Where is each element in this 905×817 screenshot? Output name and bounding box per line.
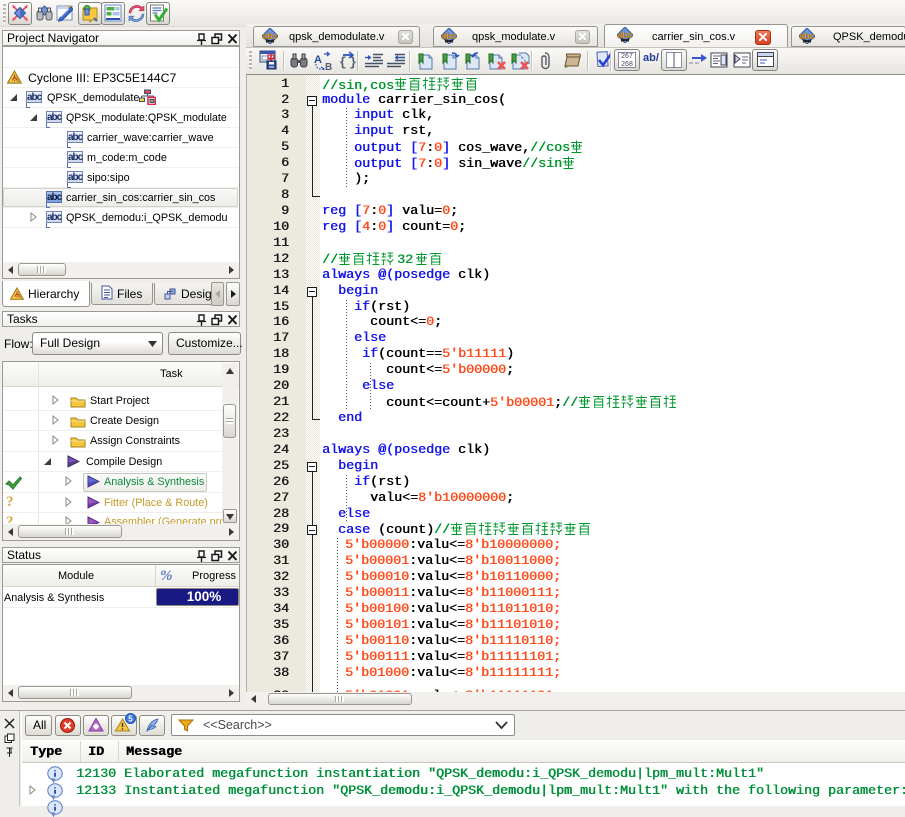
svg-text:B: B — [325, 62, 332, 70]
svg-text:abc: abc — [617, 30, 633, 40]
svg-text:abc: abc — [262, 31, 278, 41]
svg-text:A: A — [314, 54, 322, 66]
svg-text:{: { — [339, 55, 347, 70]
svg-text:abc: abc — [441, 31, 457, 41]
svg-text:5: 5 — [128, 715, 133, 724]
svg-text:abc: abc — [799, 31, 815, 41]
